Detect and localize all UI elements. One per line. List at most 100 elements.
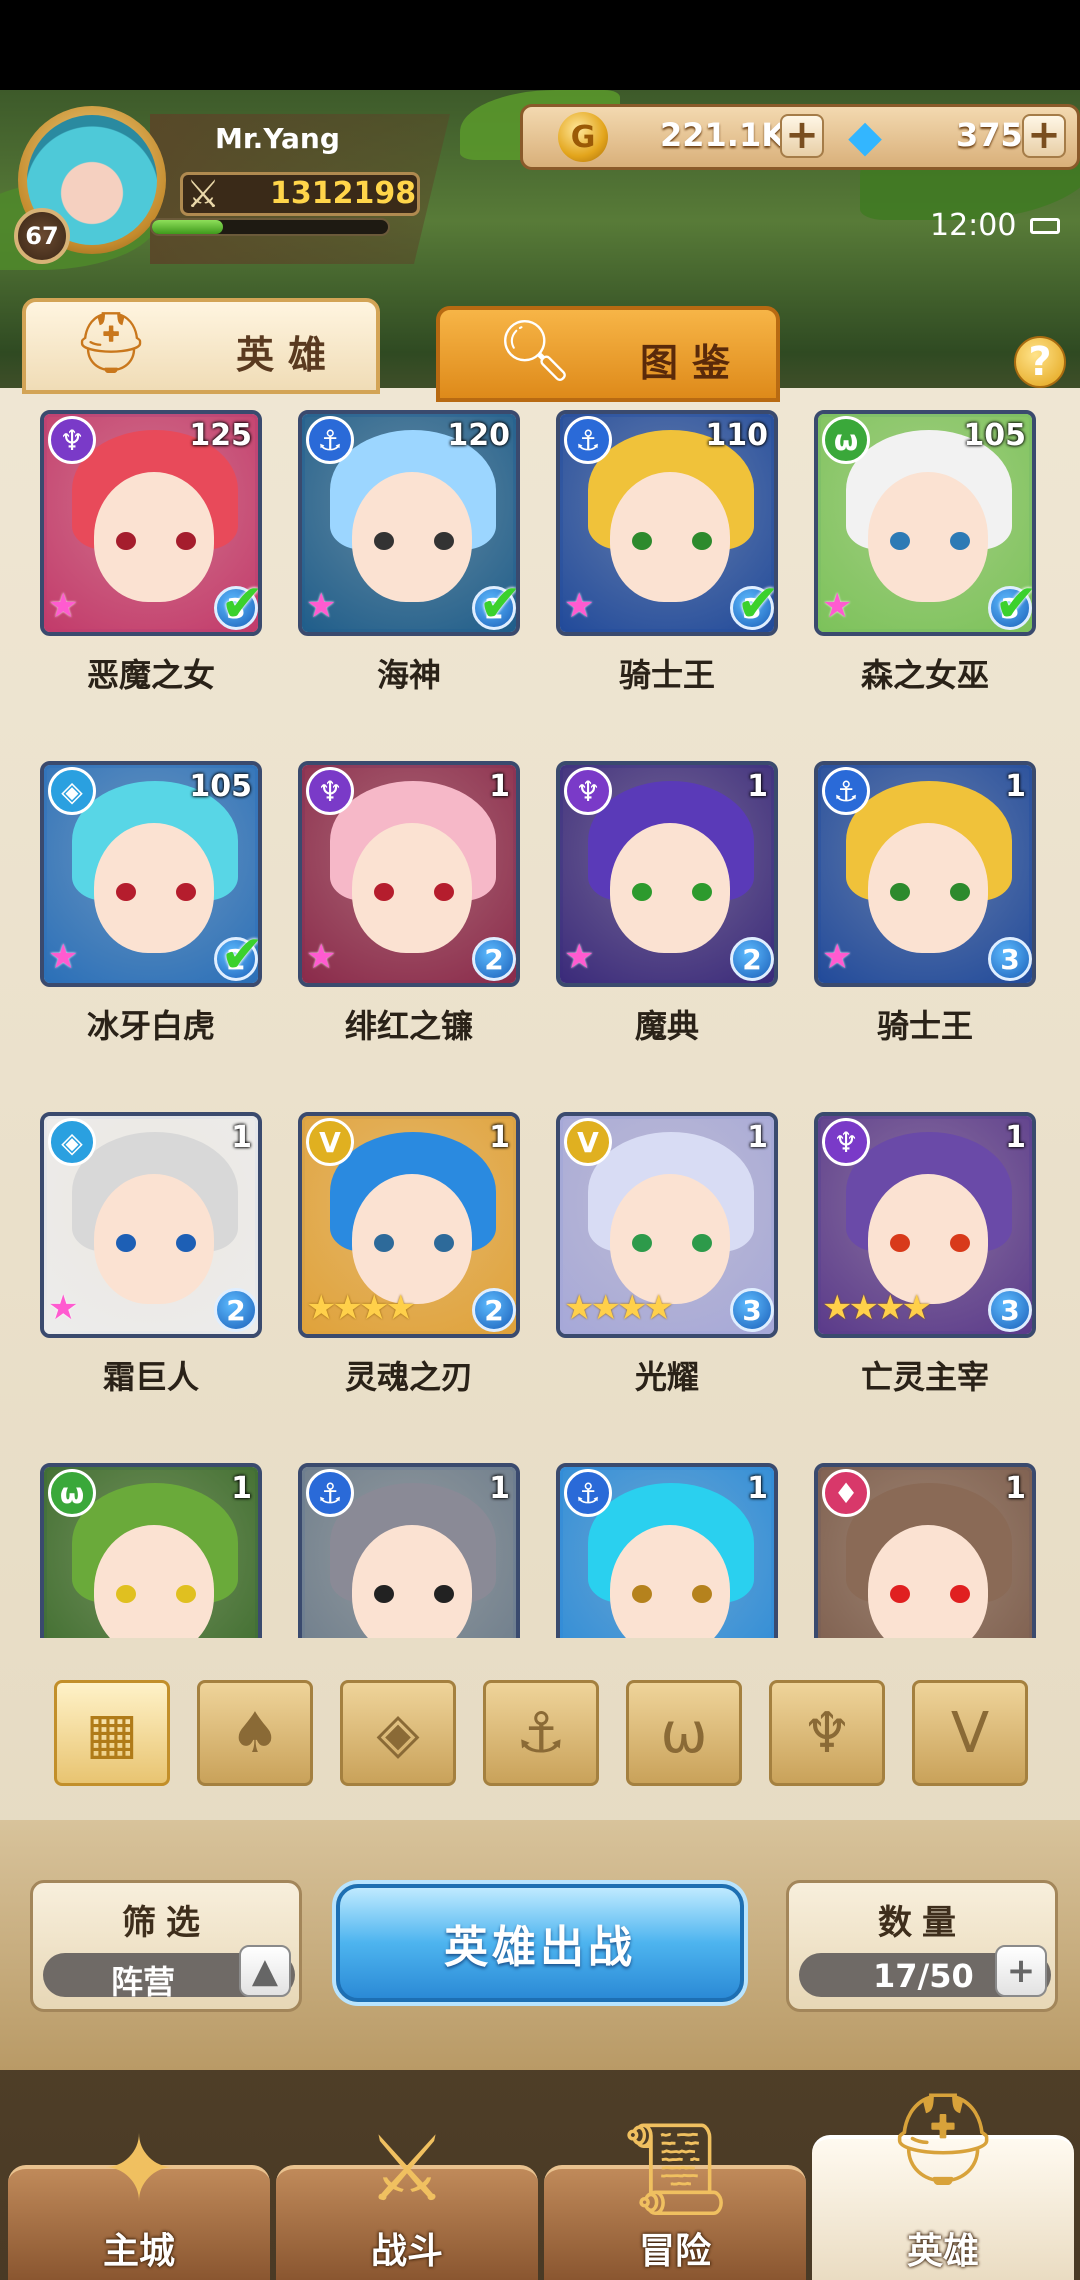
filter-box: 筛选 阵营 ▲ [30, 1880, 302, 2012]
filter-title: 筛选 [122, 1903, 210, 1943]
hero-eyes [374, 532, 454, 550]
rank-badge: 2 [214, 1288, 258, 1332]
star-rating: ★ [48, 1288, 79, 1328]
count-title: 数量 [878, 1903, 966, 1943]
faction-teal-crystal-icon: ◈ [48, 1118, 96, 1166]
castle-gem-icon: ✦ [101, 2116, 177, 2222]
nav-item-crossed-swords[interactable]: ⚔ 战斗 [276, 2117, 538, 2280]
hero-card[interactable]: ♆ 1 ★ 2 魔典 [556, 761, 778, 1045]
hero-eyes [890, 1234, 970, 1252]
hero-card[interactable]: ◈ 1 ★ 2 霜巨人 [40, 1112, 262, 1396]
hero-portrait: ⚓ 1 [298, 1463, 520, 1638]
filter-flame-button[interactable]: ♠ [197, 1680, 313, 1786]
filter-toggle-button[interactable]: ▲ [239, 1945, 291, 1997]
nav-label: 战斗 [370, 2231, 443, 2272]
nav-item-castle-gem[interactable]: ✦ 主城 [8, 2117, 270, 2280]
hero-card[interactable]: ⚓ 110 ★ 3 ✔ 骑士王 [556, 410, 778, 694]
help-icon[interactable]: ? [1014, 336, 1066, 388]
filter-anchor-button[interactable]: ⚓ [483, 1680, 599, 1786]
demon-icon: ♆ [801, 1700, 853, 1766]
filter-crystal-button[interactable]: ◈ [340, 1680, 456, 1786]
filter-beast-button[interactable]: ω [626, 1680, 742, 1786]
add-gold-button[interactable]: + [780, 114, 824, 158]
hero-portrait: ♆ 1 ★ 2 [556, 761, 778, 987]
crossed-swords-icon: ⚔ [185, 172, 221, 216]
beast-icon: ω [660, 1700, 708, 1766]
faction-red-flame-icon: ♦ [822, 1469, 870, 1517]
filter-all-grid-button[interactable]: ▦ [54, 1680, 170, 1786]
hero-level: 1 [1005, 769, 1026, 804]
hero-card[interactable]: ♆ 1 ★ 2 绯红之镰 [298, 761, 520, 1045]
hero-card[interactable]: ◈ 105 ★ 2 ✔ 冰牙白虎 [40, 761, 262, 1045]
hero-portrait: ♆ 125 ★ 3 ✔ [40, 410, 262, 636]
rank-badge: 2 [472, 1288, 516, 1332]
hero-level: 120 [447, 418, 510, 453]
status-bar [0, 0, 1080, 90]
hero-eyes [374, 1585, 454, 1603]
faction-blue-anchor-icon: ⚓ [564, 1469, 612, 1517]
light-icon: V [950, 1700, 990, 1766]
deployed-check-icon: ✔ [478, 574, 520, 634]
gold-coin-icon: G [558, 112, 608, 162]
rank-badge: 2 [472, 937, 516, 981]
filter-light-button[interactable]: V [912, 1680, 1028, 1786]
hero-card[interactable]: ⚓ 1 [298, 1463, 520, 1638]
filter-demon-button[interactable]: ♆ [769, 1680, 885, 1786]
hero-portrait: ◈ 105 ★ 2 ✔ [40, 761, 262, 987]
hero-name: 光耀 [634, 1358, 699, 1396]
gold-value: 221.1K [660, 116, 787, 154]
hero-card[interactable]: ⚓ 120 ★ 2 ✔ 海神 [298, 410, 520, 694]
hero-card[interactable]: ω 105 ★ 3 ✔ 森之女巫 [814, 410, 1036, 694]
hero-eyes [632, 1585, 712, 1603]
faction-filter-row: ▦ ♠ ◈ ⚓ ω ♆ V [0, 1680, 1080, 1788]
faction-purple-demon-icon: ♆ [564, 767, 612, 815]
hero-eyes [890, 883, 970, 901]
hero-card[interactable]: ♦ 1 [814, 1463, 1036, 1638]
hero-card[interactable]: ♆ 1 ★★★★ 3 亡灵主宰 [814, 1112, 1036, 1396]
count-add-button[interactable]: + [995, 1945, 1047, 1997]
hero-card[interactable]: V 1 ★★★★ 3 光耀 [556, 1112, 778, 1396]
hero-eyes [632, 883, 712, 901]
nav-item-golden-helmet[interactable]: ⛑ 英雄 [812, 2087, 1074, 2280]
hero-portrait: ◈ 1 ★ 2 [40, 1112, 262, 1338]
nav-label: 主城 [102, 2231, 175, 2272]
hero-card[interactable]: V 1 ★★★★ 2 灵魂之刃 [298, 1112, 520, 1396]
exp-fill [152, 220, 223, 234]
hero-portrait: V 1 ★★★★ 2 [298, 1112, 520, 1338]
faction-green-beast-icon: ω [48, 1469, 96, 1517]
count-value: 17/50 [873, 1957, 974, 1995]
hero-battle-button[interactable]: 英雄出战 [336, 1884, 744, 2002]
magnifier-icon: 🔍︎ [496, 315, 574, 386]
faction-purple-demon-icon: ♆ [822, 1118, 870, 1166]
nav-item-scroll-map[interactable]: 📜︎ 冒险 [544, 2117, 806, 2280]
add-gems-button[interactable]: + [1022, 114, 1066, 158]
faction-blue-anchor-icon: ⚓ [564, 416, 612, 464]
hero-card[interactable]: ♆ 125 ★ 3 ✔ 恶魔之女 [40, 410, 262, 694]
hero-level: 105 [189, 769, 252, 804]
filter-value: 阵营 [111, 1963, 176, 2001]
tab-label: 图鉴 [640, 341, 745, 385]
scroll-map-icon: 📜︎ [617, 2116, 733, 2222]
hero-card[interactable]: ω1 [40, 1463, 262, 1638]
crystal-icon: ◈ [376, 1700, 420, 1766]
hero-grid: ♆ 125 ★ 3 ✔ 恶魔之女 ⚓ 120 ★ 2 ✔ 海神 ⚓ 110 ★ 3 ✔ 骑士王 ω 105 ★ 3 ✔ 森之女… [0, 390, 1080, 1638]
hero-level: 1 [489, 1471, 510, 1506]
gem-value: 375 [956, 116, 1023, 154]
star-rating: ★ [564, 586, 595, 626]
faction-yellow-light-icon: V [306, 1118, 354, 1166]
exp-bar [150, 218, 390, 236]
hero-level: 1 [489, 769, 510, 804]
faction-purple-demon-icon: ♆ [306, 767, 354, 815]
hero-portrait: ⚓ 1 [556, 1463, 778, 1638]
hero-card[interactable]: ⚓ 1 [556, 1463, 778, 1638]
golden-helmet-icon: ⛑ [885, 2086, 1001, 2192]
tab-heroes[interactable]: ⛑ 英雄 [22, 298, 380, 394]
hero-card[interactable]: ⚓ 1 ★ 3 骑士王 [814, 761, 1036, 1045]
rank-badge: 3 [988, 1288, 1032, 1332]
hero-portrait: ⚓ 120 ★ 2 ✔ [298, 410, 520, 636]
helmet-icon: ⛑ [72, 307, 150, 378]
hero-level: 1 [231, 1471, 252, 1506]
clock: 12:00 [930, 208, 1017, 243]
tab-codex[interactable]: 🔍︎ 图鉴 [436, 306, 780, 402]
star-rating: ★ [48, 586, 79, 626]
